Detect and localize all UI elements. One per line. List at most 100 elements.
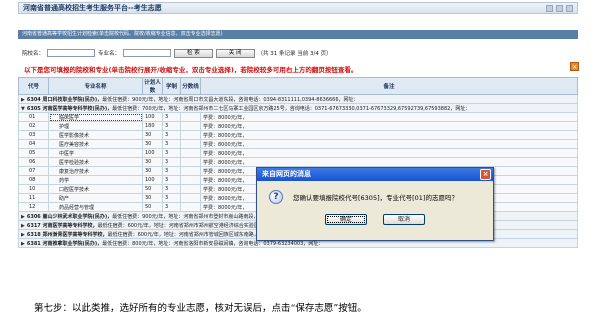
close-window-icon[interactable]: [566, 4, 573, 12]
close-button[interactable]: 关 闭: [215, 48, 255, 58]
school-code: 6305: [26, 105, 41, 112]
major-score: [180, 166, 201, 176]
window-controls: [546, 4, 577, 12]
school-name: 河南医学高等专科学校: [42, 222, 93, 229]
col-code: 代号: [18, 77, 49, 95]
school-cell: ▼ 6305 河南医学高等专科学校(民办)，最低住宿费：700元/年，地址：河南省…: [18, 103, 578, 113]
major-remark: 学费：8000元/年，: [200, 148, 578, 158]
major-years: 3: [162, 175, 181, 185]
dialog-title: 来自网页的消息: [262, 170, 311, 178]
school-row[interactable]: ▶ 6304 周口科技职业学院(民办)，最低住宿费：900元/年，地址：河南省周口…: [18, 94, 578, 104]
major-remark: 学费：8000元/年，: [200, 139, 578, 149]
maximize-icon[interactable]: [556, 4, 563, 12]
major-code: 11: [18, 193, 49, 203]
major-years: 3: [162, 121, 181, 131]
major-row[interactable]: 01 临床医学 100 3 学费：8000元/年，: [18, 112, 578, 122]
dialog-body: ? 您确认要填报院校代号[6305]，专业代号[01]的志愿吗？: [257, 181, 493, 204]
major-name: 医学影像技术: [48, 130, 143, 140]
close-panel-icon[interactable]: ×: [570, 62, 579, 71]
major-row[interactable]: 02 护理 180 3 学费：8000元/年，: [18, 121, 578, 131]
major-plan: 30: [142, 193, 163, 203]
dialog-close-icon[interactable]: ×: [480, 169, 491, 180]
major-row[interactable]: 03 医学影像技术 30 3 学费：8000元/年，: [18, 130, 578, 140]
col-major-name: 专业名称: [48, 77, 143, 95]
expand-right-icon[interactable]: ▶: [21, 214, 25, 220]
major-name: 药学: [48, 175, 143, 185]
major-score: [180, 139, 201, 149]
major-years: 3: [162, 166, 181, 176]
major-years: 3: [162, 202, 181, 212]
cancel-button[interactable]: 取消: [383, 214, 425, 225]
major-code: 07: [18, 166, 49, 176]
school-code: 6304: [26, 96, 41, 103]
school-detail: 最低住宿费：700元/年，地址：河南省郑州市二七区马寨工业园区京万路25号，咨询…: [112, 105, 471, 112]
major-years: 3: [162, 157, 181, 167]
expand-right-icon[interactable]: ▶: [21, 241, 25, 247]
major-code: 04: [18, 139, 49, 149]
dialog-buttons: 确定 取消: [257, 214, 493, 225]
ok-button[interactable]: 确定: [325, 214, 367, 225]
major-remark: 学费：8000元/年，: [200, 112, 578, 122]
school-code: 6318: [26, 231, 41, 238]
major-name: 助产: [48, 193, 143, 203]
confirm-dialog: 来自网页的消息 × ? 您确认要填报院校代号[6305]，专业代号[01]的志愿…: [256, 167, 494, 241]
window-title-bar: 河南省普通高校招生考生服务平台--考生志愿: [18, 2, 578, 14]
school-name: 周口科技职业学院(民办): [42, 96, 98, 103]
table-header-row: 代号 专业名称 计划人数 学制 分数线 备注: [18, 77, 578, 95]
school-code: 6317: [26, 222, 41, 229]
major-code: 05: [18, 148, 49, 158]
col-score: 分数线: [180, 77, 201, 95]
school-detail: 最低住宿费：800元/年，地址：河南省洛阳市新安县磁涧镇，咨询电话：0379-6…: [102, 240, 324, 247]
major-code: 12: [18, 202, 49, 212]
major-search-input[interactable]: [123, 49, 172, 57]
major-row[interactable]: 04 医疗美容技术 30 3 学费：8000元/年，: [18, 139, 578, 149]
minimize-icon[interactable]: [546, 4, 553, 12]
major-score: [180, 193, 201, 203]
record-info: （共 31 条记录 当前 3/4 页）: [257, 51, 332, 57]
major-plan: 30: [142, 157, 163, 167]
school-code: 6381: [26, 240, 41, 247]
major-row[interactable]: 05 中医学 100 3 学费：8000元/年，: [18, 148, 578, 158]
search-button[interactable]: 检 索: [174, 48, 213, 58]
instruction-notice: 以下是您可填报的院校和专业(单击院校行展开/收缩专业，双击专业选择)，若院校较多…: [24, 66, 358, 74]
major-score: [180, 175, 201, 185]
expand-down-icon[interactable]: ▼: [21, 106, 25, 112]
major-score: [180, 148, 201, 158]
col-plan: 计划人数: [142, 77, 163, 95]
major-score: [180, 121, 201, 131]
school-search-input[interactable]: [47, 49, 96, 57]
expand-right-icon[interactable]: ▶: [21, 97, 25, 103]
major-code: 01: [18, 112, 49, 122]
school-detail: 最低住宿费：900元/年，地址：河南省周口市文昌大道东段，咨询电话：0394-8…: [102, 96, 359, 103]
expand-right-icon[interactable]: ▶: [21, 232, 25, 238]
dialog-message: 您确认要填报院校代号[6305]，专业代号[01]的志愿吗？: [293, 194, 458, 202]
col-years: 学制: [162, 77, 181, 95]
major-plan: 100: [142, 175, 163, 185]
col-remark: 备注: [200, 77, 578, 95]
section-header: 河南省普通高等学校招生计划检索(单击院校代码、院校/收缩专业信息，双击专业选择志…: [18, 30, 578, 39]
major-name: 康复治疗技术: [48, 166, 143, 176]
major-remark: 学费：8000元/年，: [200, 121, 578, 131]
school-name: 嵩山少林武术职业学院(民办): [42, 213, 108, 220]
major-code: 08: [18, 175, 49, 185]
question-icon: ?: [269, 190, 283, 204]
major-label: 专业名：: [98, 51, 121, 57]
major-plan: 30: [142, 166, 163, 176]
major-score: [180, 184, 201, 194]
step-caption: 第七步：以此类推，选好所有的专业志愿，核对无误后，点击“保存志愿”按钮。: [34, 303, 367, 314]
school-name: 河南医学高等专科学校(民办): [42, 105, 108, 112]
expand-right-icon[interactable]: ▶: [21, 223, 25, 229]
major-plan: 50: [142, 184, 163, 194]
major-name: 中医学: [48, 148, 143, 158]
major-row[interactable]: 06 医学检验技术 30 3 学费：8000元/年，: [18, 157, 578, 167]
major-years: 3: [162, 148, 181, 158]
major-name: 护理: [48, 121, 143, 131]
major-remark: 学费：8000元/年，: [200, 130, 578, 140]
search-bar: 院校名： 专业名： 检 索 关 闭 （共 31 条记录 当前 3/4 页）: [22, 48, 578, 58]
major-years: 3: [162, 184, 181, 194]
window-title: 河南省普通高校招生考生服务平台--考生志愿: [23, 4, 162, 12]
major-years: 3: [162, 112, 181, 122]
major-name: 医疗美容技术: [48, 139, 143, 149]
major-name: 医学检验技术: [48, 157, 143, 167]
school-row[interactable]: ▼ 6305 河南医学高等专科学校(民办)，最低住宿费：700元/年，地址：河南省…: [18, 103, 578, 113]
